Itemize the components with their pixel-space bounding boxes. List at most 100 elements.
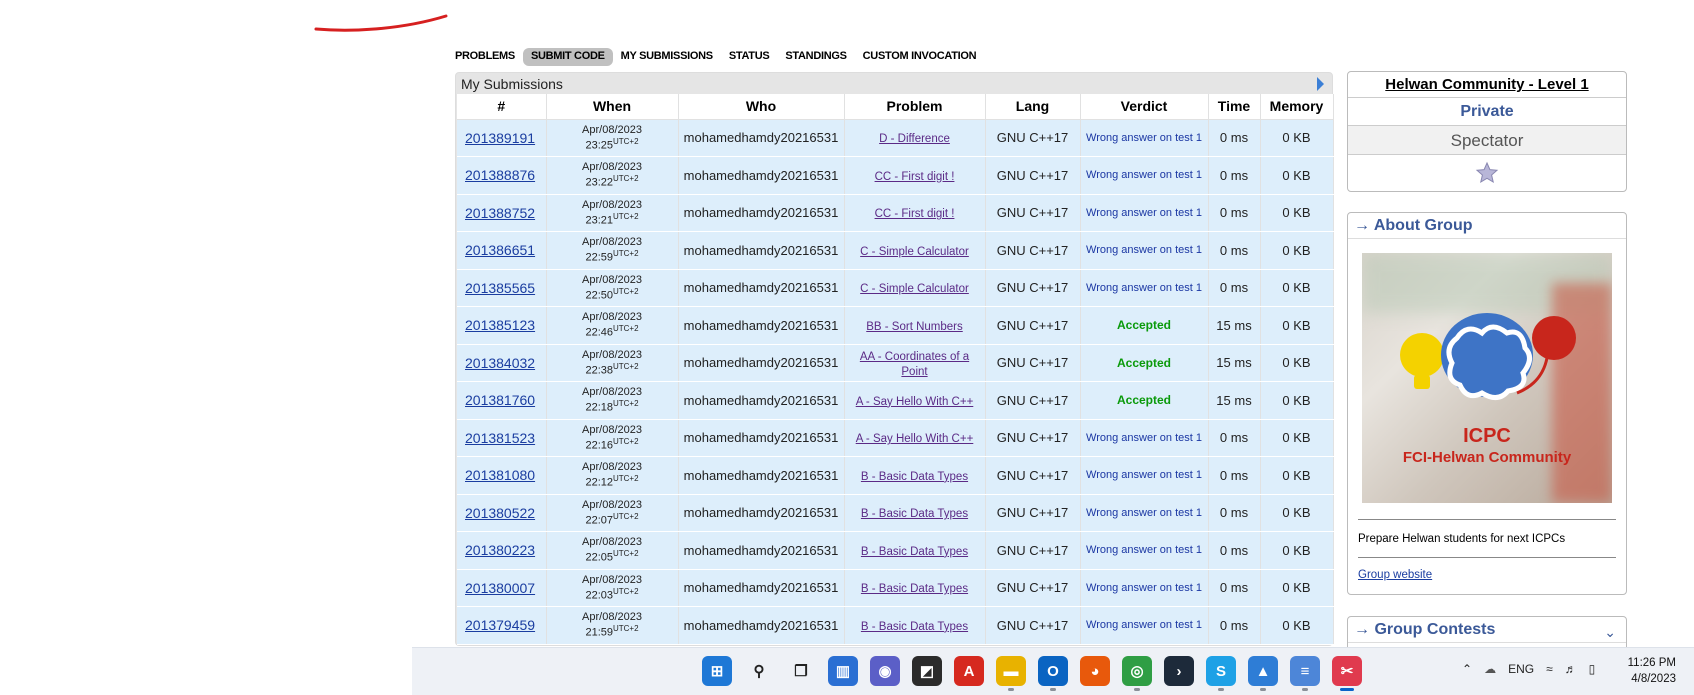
snipping-tool-icon[interactable]: ✂	[1332, 656, 1362, 691]
submission-id-link[interactable]: 201381760	[465, 392, 535, 408]
submission-id-link[interactable]: 201389191	[465, 130, 535, 146]
problem-link[interactable]: CC - First digit !	[875, 208, 955, 220]
submission-id-link[interactable]: 201385123	[465, 317, 535, 333]
when-cell: Apr/08/2023 22:18UTC+2	[546, 381, 679, 420]
search-icon[interactable]: ⚲	[744, 656, 774, 686]
verdict-cell[interactable]: Wrong answer on test 1	[1080, 569, 1209, 607]
memory-cell: 0 KB	[1260, 194, 1334, 232]
problem-link[interactable]: D - Difference	[879, 133, 950, 145]
lang-cell: GNU C++17	[985, 569, 1081, 607]
problem-link[interactable]: B - Basic Data Types	[861, 546, 968, 558]
verdict-cell[interactable]: Accepted	[1080, 381, 1209, 420]
problem-link[interactable]: B - Basic Data Types	[861, 621, 968, 633]
pdf-icon[interactable]: A	[954, 656, 984, 686]
submission-id-link[interactable]: 201388876	[465, 167, 535, 183]
problem-link[interactable]: AA - Coordinates of a Point	[860, 351, 969, 378]
lang-cell: GNU C++17	[985, 156, 1081, 195]
expand-arrow-icon[interactable]	[1317, 77, 1324, 91]
chat-icon[interactable]: ◉	[870, 656, 900, 686]
time-cell: 0 ms	[1208, 456, 1261, 495]
nav-status[interactable]: STATUS	[729, 48, 778, 66]
submission-id-link[interactable]: 201386651	[465, 242, 535, 258]
verdict-cell[interactable]: Wrong answer on test 1	[1080, 456, 1209, 495]
verdict-cell[interactable]: Wrong answer on test 1	[1080, 156, 1209, 195]
verdict-cell[interactable]: Wrong answer on test 1	[1080, 231, 1209, 270]
verdict-cell[interactable]: Wrong answer on test 1	[1080, 194, 1209, 232]
lang-cell: GNU C++17	[985, 456, 1081, 495]
submission-id-cell: 201385123	[457, 306, 547, 345]
windows-start-icon[interactable]: ⊞	[702, 656, 732, 686]
timezone: UTC+2	[612, 249, 639, 259]
verdict-cell[interactable]: Wrong answer on test 1	[1080, 419, 1209, 457]
sticky-notes-icon[interactable]: ◩	[912, 656, 942, 686]
problem-link[interactable]: C - Simple Calculator	[860, 246, 969, 258]
photos-icon[interactable]: ▲	[1248, 656, 1278, 691]
group-title-link[interactable]: Helwan Community - Level 1	[1348, 72, 1626, 98]
submission-id-link[interactable]: 201381080	[465, 467, 535, 483]
verdict-cell[interactable]: Accepted	[1080, 306, 1209, 345]
group-logo: ICPC FCI-Helwan Community	[1362, 253, 1612, 503]
submission-id-link[interactable]: 201380522	[465, 505, 535, 521]
outlook-icon[interactable]: O	[1038, 656, 1068, 691]
verdict-cell[interactable]: Wrong answer on test 1	[1080, 606, 1209, 645]
problem-cell: BB - Sort Numbers	[844, 306, 986, 345]
submission-id-cell: 201385565	[457, 269, 547, 307]
verdict-cell[interactable]: Wrong answer on test 1	[1080, 269, 1209, 307]
problem-link[interactable]: B - Basic Data Types	[861, 471, 968, 483]
nav-problems[interactable]: PROBLEMS	[455, 48, 523, 66]
problem-link[interactable]: BB - Sort Numbers	[866, 321, 963, 333]
verdict-cell[interactable]: Wrong answer on test 1	[1080, 119, 1209, 157]
group-website-link[interactable]: Group website	[1358, 569, 1432, 581]
submission-id-cell: 201380223	[457, 531, 547, 570]
onedrive-icon[interactable]: ☁	[1484, 662, 1496, 676]
chrome-icon[interactable]: ◎	[1122, 656, 1152, 691]
skype-icon[interactable]: S	[1206, 656, 1236, 691]
language-indicator[interactable]: ENG	[1508, 662, 1534, 676]
submission-time: 23:22	[585, 177, 613, 190]
verdict-cell[interactable]: Wrong answer on test 1	[1080, 494, 1209, 532]
nav-submit-code[interactable]: SUBMIT CODE	[522, 48, 613, 66]
problem-link[interactable]: A - Say Hello With C++	[856, 433, 974, 445]
submission-date: Apr/08/2023	[582, 573, 642, 586]
who-cell: mohamedhamdy20216531	[678, 156, 845, 195]
group-contests-header[interactable]: → Group Contests	[1348, 617, 1626, 643]
chevron-up-icon[interactable]: ⌃	[1462, 662, 1472, 676]
file-explorer-icon[interactable]: ▬	[996, 656, 1026, 691]
lang-cell: GNU C++17	[985, 194, 1081, 232]
when-cell: Apr/08/2023 21:59UTC+2	[546, 606, 679, 645]
submission-id-link[interactable]: 201380223	[465, 542, 535, 558]
table-row: 201381523 Apr/08/2023 22:16UTC+2 mohamedham…	[457, 419, 1334, 457]
problem-link[interactable]: B - Basic Data Types	[861, 508, 968, 520]
nav-my-submissions[interactable]: MY SUBMISSIONS	[621, 48, 721, 66]
submission-id-link[interactable]: 201380007	[465, 580, 535, 596]
volume-icon[interactable]: ♬	[1565, 662, 1577, 676]
widgets-icon[interactable]: ▥	[828, 656, 858, 686]
lang-cell: GNU C++17	[985, 381, 1081, 420]
wifi-icon[interactable]: ≈	[1546, 662, 1553, 676]
problem-link[interactable]: C - Simple Calculator	[860, 283, 969, 295]
nav-custom-invocation[interactable]: CUSTOM INVOCATION	[863, 48, 985, 66]
task-view-icon[interactable]: ❐	[786, 656, 816, 686]
notepad-icon[interactable]: ≡	[1290, 656, 1320, 691]
clock[interactable]: 11:26 PM 4/8/2023	[1628, 655, 1676, 687]
favorite-star-icon[interactable]	[1348, 155, 1626, 191]
submission-id-link[interactable]: 201379459	[465, 617, 535, 633]
time-cell: 0 ms	[1208, 156, 1261, 195]
submission-id-link[interactable]: 201384032	[465, 355, 535, 371]
problem-link[interactable]: B - Basic Data Types	[861, 583, 968, 595]
col-header-verdict: Verdict	[1080, 94, 1209, 120]
battery-icon[interactable]: ▯	[1589, 662, 1596, 676]
nav-standings[interactable]: STANDINGS	[785, 48, 854, 66]
verdict-cell[interactable]: Accepted	[1080, 344, 1209, 382]
problem-link[interactable]: CC - First digit !	[875, 171, 955, 183]
verdict-cell[interactable]: Wrong answer on test 1	[1080, 531, 1209, 570]
problem-link[interactable]: A - Say Hello With C++	[856, 396, 974, 408]
chevron-down-icon[interactable]: ⌄	[1604, 624, 1616, 641]
submission-id-link[interactable]: 201388752	[465, 205, 535, 221]
who-cell: mohamedhamdy20216531	[678, 531, 845, 570]
firefox-icon[interactable]: ◕	[1080, 656, 1110, 686]
submission-id-link[interactable]: 201385565	[465, 280, 535, 296]
terminal-icon[interactable]: ›	[1164, 656, 1194, 686]
submissions-panel: My Submissions # When Who Problem Lang V…	[455, 72, 1334, 646]
submission-id-link[interactable]: 201381523	[465, 430, 535, 446]
